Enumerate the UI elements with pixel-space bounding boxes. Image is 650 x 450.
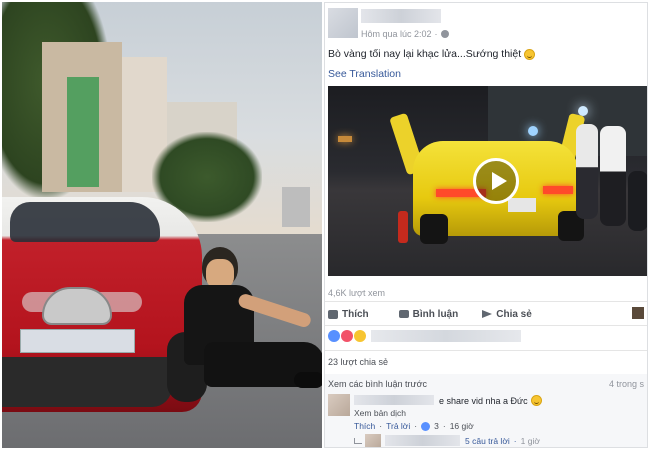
post-meta: Hôm qua lúc 2:02 · xyxy=(361,29,449,39)
photo-building-far xyxy=(282,187,310,227)
photo-man-with-supercar xyxy=(2,2,322,448)
view-count: 4,6K lượt xem xyxy=(328,288,385,298)
share-button[interactable]: Chia sẻ xyxy=(482,309,532,320)
comment-like-link[interactable]: Thích xyxy=(354,421,375,431)
photo-license-plate-blurred xyxy=(20,329,135,353)
divider xyxy=(325,350,647,351)
like-reaction-icon xyxy=(421,421,431,431)
smile-icon xyxy=(530,395,542,406)
share-icon xyxy=(482,310,493,318)
replies-count[interactable]: 5 câu trả lời xyxy=(465,436,510,446)
reactors-names-blurred xyxy=(371,330,521,342)
comment-translate-link[interactable]: Xem bản dịch xyxy=(354,408,406,418)
video-fire-extinguisher xyxy=(398,211,408,243)
globe-icon[interactable] xyxy=(440,30,449,38)
smile-icon xyxy=(524,48,536,60)
play-icon[interactable] xyxy=(473,158,519,204)
divider xyxy=(325,325,647,326)
comment-count: 4 trong s xyxy=(608,379,644,389)
post-header: Hôm qua lúc 2:02 · xyxy=(325,3,647,43)
photo-car-grille xyxy=(42,287,112,325)
see-translation-link[interactable]: See Translation xyxy=(328,68,401,80)
author-avatar-blurred[interactable] xyxy=(328,8,358,38)
photo-person xyxy=(184,247,322,407)
author-name-blurred[interactable] xyxy=(361,9,441,23)
comment-button[interactable]: Bình luận xyxy=(398,308,459,320)
commenter-name-blurred[interactable] xyxy=(354,395,434,405)
video-tail-light xyxy=(543,186,573,194)
photo-person-shoe xyxy=(294,372,322,388)
commenter-avatar[interactable] xyxy=(328,394,350,416)
divider xyxy=(325,301,647,302)
comment-reaction-count[interactable]: 3 xyxy=(434,421,439,431)
comment-time[interactable]: 16 giờ xyxy=(450,421,474,431)
reaction-wow-icon xyxy=(354,330,366,342)
reply-avatar[interactable] xyxy=(365,434,381,447)
reply-arrow-icon xyxy=(354,438,362,444)
comments-section: Xem các bình luận trước 4 trong s e shar… xyxy=(325,374,647,447)
video-bystander xyxy=(600,126,626,226)
video-bystander xyxy=(576,124,598,219)
photo-car-windshield xyxy=(10,202,160,242)
photo-scaffold xyxy=(67,77,99,187)
comment-actions: Thích · Trả lời · 3 · 16 giờ xyxy=(354,421,474,431)
reactions-summary[interactable] xyxy=(328,330,521,342)
comment-text: e share vid nha a Đức xyxy=(439,395,542,406)
reply-name-blurred[interactable] xyxy=(385,435,460,446)
like-label: Thích xyxy=(342,308,369,320)
share-count[interactable]: 23 lượt chia sẻ xyxy=(328,357,388,367)
video-license-plate xyxy=(508,198,536,212)
view-previous-comments-link[interactable]: Xem các bình luận trước xyxy=(328,379,427,389)
like-icon xyxy=(328,309,338,319)
comment-label: Bình luận xyxy=(412,308,459,320)
video-street-light xyxy=(528,126,538,136)
post-video[interactable] xyxy=(328,86,647,276)
comment-icon xyxy=(398,310,409,318)
replies-link[interactable]: 5 câu trả lời · 1 giờ xyxy=(465,436,540,446)
post-actions: Thích Bình luận Chia sẻ xyxy=(325,303,647,325)
reaction-like-icon xyxy=(328,330,340,342)
post-caption: Bò vàng tối nay lại khạc lửa...Sướng thi… xyxy=(328,48,536,60)
post-timestamp[interactable]: Hôm qua lúc 2:02 xyxy=(361,29,432,39)
video-bystander xyxy=(628,171,647,231)
post-caption-text: Bò vàng tối nay lại khạc lửa...Sướng thi… xyxy=(328,48,522,60)
photo-car-bumper xyxy=(2,357,172,407)
facebook-post: Hôm qua lúc 2:02 · Bò vàng tối nay lại k… xyxy=(324,2,648,448)
reaction-love-icon xyxy=(341,330,353,342)
comment-body: e share vid nha a Đức xyxy=(439,395,528,406)
share-label: Chia sẻ xyxy=(496,308,532,320)
video-tire xyxy=(420,214,448,244)
like-button[interactable]: Thích xyxy=(328,309,369,320)
video-light xyxy=(338,136,352,142)
comment-reply-link[interactable]: Trả lời xyxy=(386,421,410,431)
viewer-avatar[interactable] xyxy=(632,307,644,319)
reply-time: 1 giờ xyxy=(520,436,540,446)
